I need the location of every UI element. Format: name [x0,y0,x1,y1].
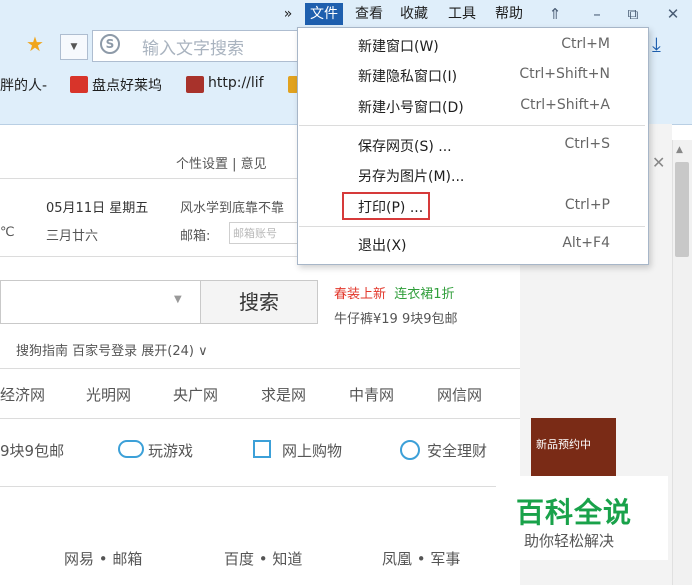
menu-item-exit[interactable]: 退出(X) [358,235,407,255]
lunar-date: 三月廿六 [46,229,99,244]
bottom-link[interactable]: 百度 • 知道 [224,548,302,569]
shop-icon [253,440,271,458]
scroll-up-icon[interactable]: ▲ [676,145,683,155]
menu-item-new-private-window[interactable]: 新建隐私窗口(I) [358,66,457,86]
menu-item-print[interactable]: 打印(P) ... [358,197,423,217]
temperature-unit: ℃ [0,225,15,240]
menu-file[interactable]: 文件 [305,3,343,25]
bottom-link[interactable]: 网易 • 邮箱 [64,548,142,569]
tile-link[interactable]: 玩游戏 [148,440,193,461]
minimize-icon[interactable]: – [586,3,608,25]
ad-badge: 新品预约中 [536,438,591,451]
shortcut-exit: Alt+F4 [562,235,610,251]
shortcut-save-page: Ctrl+S [564,136,610,152]
main-search-input[interactable] [0,280,201,324]
skin-icon[interactable]: ⇑ [544,3,566,25]
tile-link[interactable]: 安全理财 [427,440,487,461]
mail-label: 邮箱: [180,229,211,244]
promo-link[interactable]: 春装上新 连衣裙1折 [334,283,455,302]
scrollbar-thumb[interactable] [675,162,689,257]
watermark-subtitle: 助你轻松解决 [524,532,615,550]
menu-item-new-window[interactable]: 新建窗口(W) [358,36,439,56]
star-icon[interactable]: ★ [26,32,44,56]
bookmark-item[interactable]: 盘点好莱坞 [92,75,162,95]
close-icon[interactable]: ✕ [662,3,684,25]
tile-link[interactable]: 9块9包邮 [0,440,64,461]
watermark-title: 百科全说 [516,496,633,529]
download-icon[interactable]: ⤓ [652,32,661,56]
shortcut-new-window: Ctrl+M [561,36,610,52]
menu-separator [299,226,645,227]
menu-favorites[interactable]: 收藏 [395,3,433,25]
date-text: 05月11日 星期五 [46,201,149,216]
shortcut-print: Ctrl+P [564,197,610,213]
menu-overflow-icon[interactable]: » [278,3,298,25]
favorites-dropdown-button[interactable]: ▼ [60,34,88,60]
sub-links[interactable]: 搜狗指南 百家号登录 展开(24) ∨ [16,340,208,359]
menu-tools[interactable]: 工具 [443,3,481,25]
divider [0,368,520,369]
tile-link[interactable]: 网上购物 [282,440,342,461]
bookmark-item[interactable]: 胖的人- [0,75,47,95]
menu-view[interactable]: 查看 [350,3,388,25]
divider [0,486,520,487]
restore-icon[interactable]: ⧉ [622,3,644,25]
site-link[interactable]: 中青网 [349,384,394,405]
yen-icon [400,440,420,460]
close-icon[interactable]: ✕ [652,153,665,172]
mail-placeholder: 邮箱账号 [233,227,277,240]
news-link[interactable]: 风水学到底靠不靠 [180,197,284,216]
bottom-link[interactable]: 凤凰 • 军事 [382,548,460,569]
bookmark-favicon-icon [70,76,88,93]
menu-item-new-alt-window[interactable]: 新建小号窗口(D) [358,97,464,117]
divider [0,418,520,419]
shortcut-new-alt-window: Ctrl+Shift+A [520,97,610,113]
site-link[interactable]: 经济网 [0,384,45,405]
chevron-down-icon: ▼ [70,42,78,52]
menu-item-save-page[interactable]: 保存网页(S) ... [358,136,452,156]
search-button[interactable]: 搜索 [200,280,318,324]
top-links[interactable]: 个性设置 | 意见 [176,153,267,172]
site-link[interactable]: 光明网 [86,384,131,405]
bookmark-favicon-icon [186,76,204,93]
promo-link-2[interactable]: 牛仔裤¥19 9块9包邮 [334,308,458,327]
menu-item-save-as-image[interactable]: 另存为图片(M)... [358,166,464,186]
chevron-down-icon[interactable]: ▼ [174,294,182,305]
search-placeholder: 输入文字搜索 [142,39,244,59]
promo-green-text: 连衣裙1折 [394,287,455,302]
search-engine-icon[interactable]: S [100,34,120,54]
site-link[interactable]: 网信网 [437,384,482,405]
site-link[interactable]: 求是网 [261,384,306,405]
gamepad-icon [118,440,144,458]
site-link[interactable]: 央广网 [173,384,218,405]
menu-bar: » 文件 查看 收藏 工具 帮助 ⇑ – ⧉ ✕ [0,0,692,27]
menu-help[interactable]: 帮助 [490,3,528,25]
promo-red-text: 春装上新 [334,287,387,302]
shortcut-new-private-window: Ctrl+Shift+N [519,66,610,82]
menu-separator [299,125,645,126]
bookmark-item[interactable]: http://lif [208,75,264,91]
